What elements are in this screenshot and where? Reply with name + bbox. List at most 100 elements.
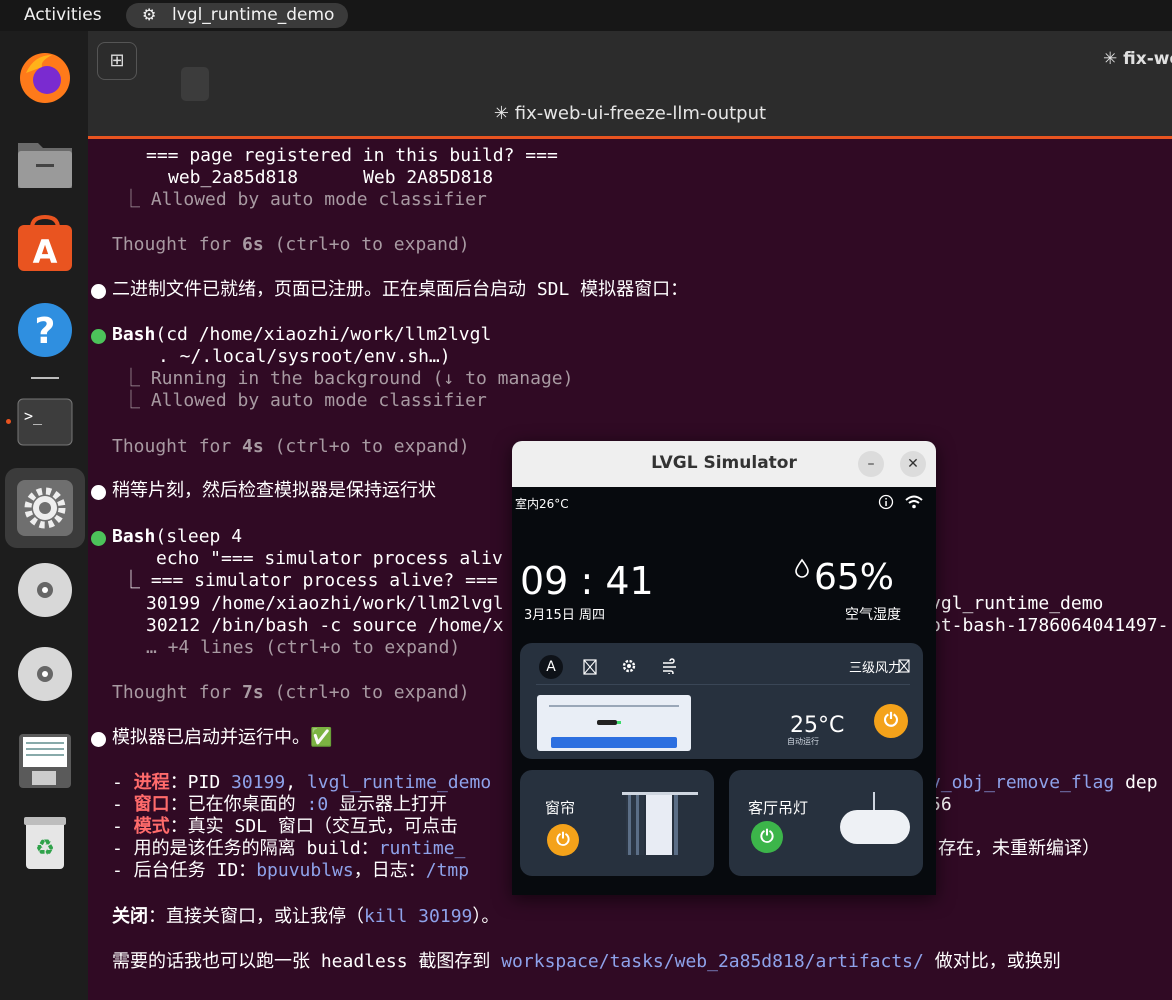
ac-power-button[interactable]: ⏻ xyxy=(874,704,908,738)
info-icon xyxy=(878,494,894,510)
tab-ghost-icon xyxy=(181,67,209,101)
humidity-label: 空气湿度 xyxy=(845,607,901,623)
dock-files[interactable] xyxy=(12,129,78,195)
curtain-power-button[interactable]: ⏻ xyxy=(547,824,579,856)
tool-bullet xyxy=(91,329,106,344)
power-icon: ⏻ xyxy=(883,710,899,731)
divider xyxy=(536,684,910,685)
activities-button[interactable]: Activities xyxy=(24,5,102,25)
dock-trash[interactable]: ♻ xyxy=(12,811,78,877)
dock-disc-1[interactable] xyxy=(12,557,78,623)
app-icon: ⚙ xyxy=(142,5,157,24)
fan-speed-icon xyxy=(898,659,910,673)
date: 3月15日 周四 xyxy=(524,608,605,623)
indoor-temp: 室内26°C xyxy=(515,497,569,511)
dock-app-center[interactable]: A xyxy=(12,213,78,279)
power-icon: ⏻ xyxy=(556,830,570,850)
minimize-button[interactable]: – xyxy=(858,451,884,477)
message-line: 稍等片刻，然后检查模拟器是保持运行状 xyxy=(112,480,436,501)
dock-disc-2[interactable] xyxy=(12,641,78,707)
message-line: 需要的话我也可以跑一张 headless 截图存到 workspace/task… xyxy=(112,951,1061,972)
running-indicator xyxy=(6,419,11,424)
list-item: - 窗口：已在你桌面的 :0 显示器上打开 xyxy=(112,794,448,815)
output-line: 30212 /bin/bash -c source /home/x xyxy=(146,615,504,636)
list-item: - 进程：PID 30199, lvgl_runtime_demo xyxy=(112,772,492,793)
auto-mode-button[interactable]: A xyxy=(539,655,563,679)
curtain-image xyxy=(622,792,698,855)
firefox-icon xyxy=(20,53,70,103)
svg-text:A: A xyxy=(33,233,58,271)
wind-icon[interactable] xyxy=(661,658,679,674)
ac-temperature: 25°C xyxy=(790,713,845,738)
new-tab-icon: ⊞ xyxy=(109,50,125,71)
output-line: 30199 /home/xiaozhi/work/llm2lvgl xyxy=(146,593,504,614)
disc-icon xyxy=(18,563,72,617)
terminal-header: ⊞ ✳ fix-we ✳ fix-web-ui-freeze-llm-outpu… xyxy=(88,31,1172,138)
message-bullet xyxy=(91,284,106,299)
terminal-icon: >_ xyxy=(17,398,73,446)
message-line: 模拟器已启动并运行中。✅ xyxy=(112,727,333,748)
dock-firefox[interactable] xyxy=(12,45,78,111)
bash-call: Bash(sleep 4 xyxy=(112,526,243,547)
app-menu-button[interactable]: ⚙ lvgl_runtime_demo xyxy=(126,3,348,28)
bash-call-cont: echo "=== simulator process aliv xyxy=(156,548,503,569)
lamp-image xyxy=(840,792,910,844)
dock-separator xyxy=(31,377,59,379)
humidity-value: 65% xyxy=(814,557,895,598)
dock-settings[interactable] xyxy=(5,468,85,548)
light-label: 客厅吊灯 xyxy=(748,799,809,817)
swing-icon[interactable] xyxy=(583,659,597,675)
output-line-tail: ot-bash-1786064041497- xyxy=(930,615,1169,636)
minimize-icon: – xyxy=(867,456,875,472)
message-line: 二进制文件已就绪，页面已注册。正在桌面后台启动 SDL 模拟器窗口： xyxy=(112,279,689,300)
dock-help[interactable]: ? xyxy=(12,297,78,363)
wifi-icon xyxy=(905,495,923,509)
lvgl-simulator-window[interactable]: LVGL Simulator – ✕ 室内26°C 09 : 41 3月15日 … xyxy=(512,441,936,895)
ac-mode-text: 自动运行 xyxy=(787,737,819,746)
light-card: 客厅吊灯 ⏻ xyxy=(729,770,923,876)
disc-icon xyxy=(18,647,72,701)
power-icon: ⏻ xyxy=(760,827,774,847)
new-tab-button[interactable]: ⊞ xyxy=(97,42,137,80)
svg-text:♻: ♻ xyxy=(35,836,55,861)
output-line: web_2a85d818 Web 2A85D818 xyxy=(168,167,494,188)
output-line-tail: vgl_runtime_demo xyxy=(930,593,1104,614)
dock-text-editor[interactable] xyxy=(12,727,78,793)
fan-speed-label: 三级风力 xyxy=(849,661,902,676)
thought-line: Thought for 7s (ctrl+o to expand) xyxy=(112,682,470,703)
output-line: … +4 lines (ctrl+o to expand) xyxy=(146,637,461,658)
output-line: ⎿ Running in the background (↓ to manage… xyxy=(122,368,574,389)
close-icon: ✕ xyxy=(907,456,919,472)
trash-icon: ♻ xyxy=(24,817,66,869)
help-icon: ? xyxy=(18,303,72,357)
bash-call-cont: . ~/.local/sysroot/env.sh…) xyxy=(158,346,451,367)
top-bar: Activities ⚙ lvgl_runtime_demo xyxy=(0,0,1172,31)
window-titlebar[interactable]: LVGL Simulator – ✕ xyxy=(512,441,936,488)
list-item-tail: 存在，未重新编译） xyxy=(938,838,1100,859)
output-line: ⎿ === simulator process alive? === xyxy=(122,570,498,591)
thought-line: Thought for 4s (ctrl+o to expand) xyxy=(112,436,470,457)
bash-call: Bash(cd /home/xiaozhi/work/llm2lvgl xyxy=(112,324,492,345)
terminal-title: ✳ fix-web-ui-freeze-llm-output xyxy=(493,103,767,124)
ac-card: A 三级风力 25°C 自动运行 ⏻ xyxy=(520,643,923,759)
list-item-tail: v_obj_remove_flag dep xyxy=(930,772,1158,793)
svg-text:>_: >_ xyxy=(24,407,43,425)
settings-icon[interactable] xyxy=(621,658,637,674)
curtain-label: 窗帘 xyxy=(545,799,576,817)
dock: A ? >_ ♻ xyxy=(0,31,88,1000)
tool-bullet xyxy=(91,531,106,546)
settings-icon xyxy=(17,480,73,536)
message-bullet xyxy=(91,485,106,500)
light-power-button[interactable]: ⏻ xyxy=(751,821,783,853)
tab-secondary[interactable]: ✳ fix-we xyxy=(1103,49,1172,69)
dock-terminal[interactable]: >_ xyxy=(12,389,78,455)
list-item: - 用的是该任务的隔离 build：runtime_ xyxy=(112,838,466,859)
list-item: - 模式：真实 SDL 窗口（交互式，可点击 xyxy=(112,816,458,837)
message-line: 关闭：直接关窗口，或让我停（kill 30199）。 xyxy=(112,906,500,927)
close-button[interactable]: ✕ xyxy=(900,451,926,477)
curtain-card: 窗帘 ⏻ xyxy=(520,770,714,876)
water-drop-icon xyxy=(795,558,809,578)
app-center-icon: A xyxy=(18,214,72,271)
app-name: lvgl_runtime_demo xyxy=(172,5,335,25)
clock: 09 : 41 xyxy=(520,559,654,603)
